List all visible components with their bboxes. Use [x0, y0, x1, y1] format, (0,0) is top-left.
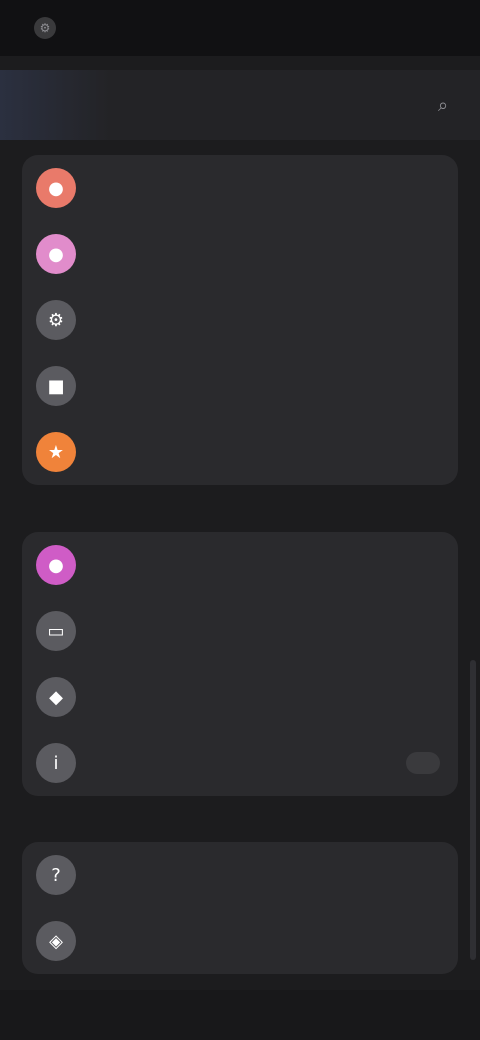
settings-group-3: ? ◈ [22, 842, 458, 974]
shield-icon: ◈ [36, 921, 76, 961]
header-back-area[interactable] [0, 70, 110, 140]
chat-icon: ◆ [36, 677, 76, 717]
list-item[interactable]: ★ [22, 419, 458, 485]
folder-icon: ▭ [36, 611, 76, 651]
list-item[interactable]: ■ [22, 353, 458, 419]
list-item[interactable]: ▭ [22, 598, 458, 664]
list-item[interactable]: ● [22, 221, 458, 287]
bell-icon: ● [36, 234, 76, 274]
info-icon: i [36, 743, 76, 783]
list-item[interactable]: ◆ [22, 664, 458, 730]
list-item[interactable]: ● [22, 155, 458, 221]
header: ⌕ [0, 70, 480, 140]
help-icon: ? [36, 855, 76, 895]
list-item[interactable]: i [22, 730, 458, 796]
list-item[interactable]: ⚙ [22, 287, 458, 353]
list-item[interactable]: ? [22, 842, 458, 908]
settings-group-2: ● ▭ ◆ i [22, 532, 458, 796]
scrollbar[interactable] [470, 660, 476, 960]
gear-icon: ⚙ [34, 17, 56, 39]
star-icon: ★ [36, 432, 76, 472]
lock-icon: ■ [36, 366, 76, 406]
settings-group-1: ● ● ⚙ ■ ★ [22, 155, 458, 485]
search-icon[interactable]: ⌕ [430, 92, 456, 118]
gear-icon: ⚙ [36, 300, 76, 340]
bottom-bar [0, 990, 480, 1040]
list-item[interactable]: ● [22, 532, 458, 598]
status-bar: ⚙ [0, 0, 480, 56]
list-item[interactable]: ◈ [22, 908, 458, 974]
person-icon: ● [36, 168, 76, 208]
palette-icon: ● [36, 545, 76, 585]
toggle-badge[interactable] [406, 752, 440, 774]
